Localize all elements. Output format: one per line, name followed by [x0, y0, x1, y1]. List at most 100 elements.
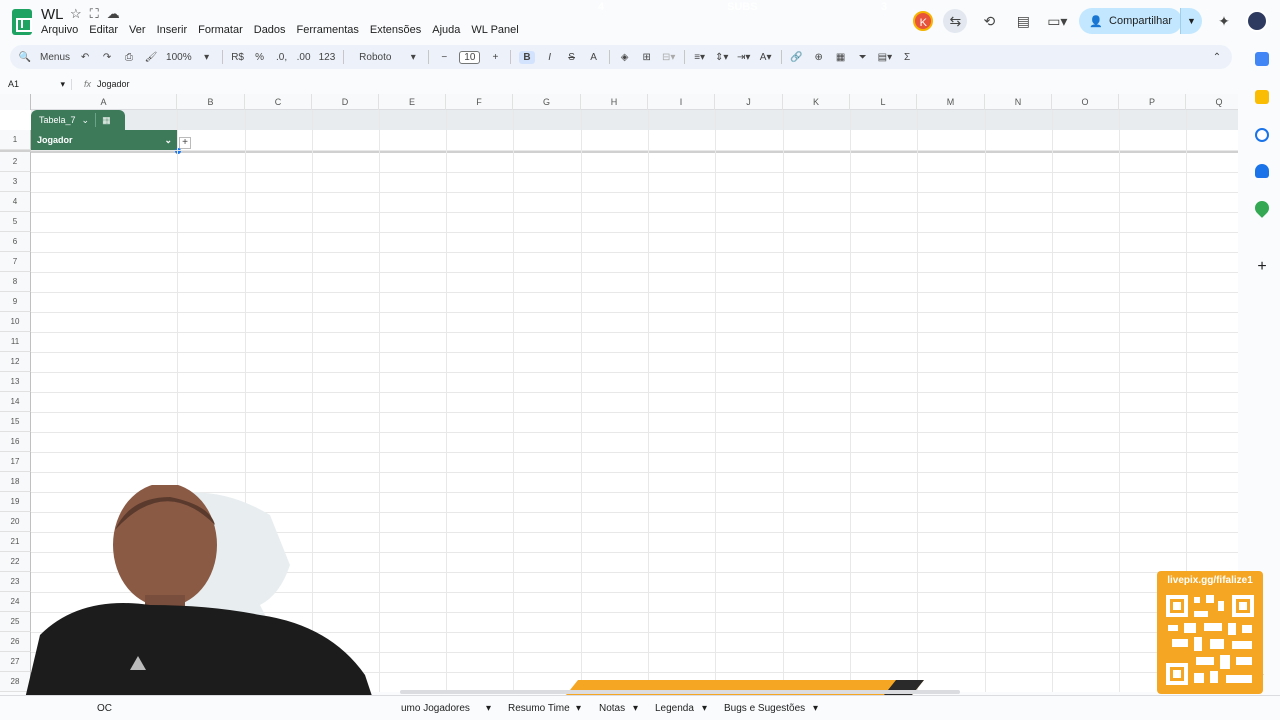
row-header[interactable]: 7 [0, 252, 31, 272]
table-view-icon[interactable]: ▤▾ [878, 52, 892, 63]
history-icon[interactable]: ⟲ [977, 9, 1001, 33]
row-header[interactable]: 4 [0, 192, 31, 212]
add-addon-icon[interactable]: + [1255, 259, 1269, 275]
collaborator-avatar[interactable]: K [913, 11, 934, 31]
move-icon[interactable]: ⛶ [90, 6, 99, 22]
collapse-toolbar-icon[interactable]: ⌃ [1210, 52, 1224, 63]
borders-icon[interactable]: ⊞ [640, 52, 654, 63]
insert-comment-icon[interactable]: ⊕ [812, 52, 826, 63]
zoom-select[interactable]: 100% [166, 52, 192, 63]
link-icon[interactable]: 🔗 [790, 52, 804, 63]
table-header-jogador[interactable]: Jogador ⌄ [31, 130, 178, 150]
select-all-corner[interactable] [0, 94, 31, 110]
table-name-tab[interactable]: Tabela_7 ⌄ ▦ [31, 110, 125, 130]
bold-button[interactable]: B [519, 50, 535, 64]
share-button[interactable]: 👤 Compartilhar [1079, 8, 1182, 34]
maps-icon[interactable] [1252, 198, 1272, 218]
row-header[interactable]: 2 [0, 152, 31, 172]
menu-ver[interactable]: Ver [129, 24, 146, 36]
text-rotation-icon[interactable]: A▾ [759, 52, 773, 63]
contacts-icon[interactable] [1255, 164, 1269, 178]
row-header[interactable]: 8 [0, 272, 31, 292]
comment-icon[interactable]: ▤ [1011, 9, 1035, 33]
decrease-decimal-button[interactable]: .0, [275, 52, 289, 63]
menus-search[interactable]: Menus [40, 52, 70, 63]
name-box[interactable]: A1 ▾ [0, 78, 72, 90]
column-header[interactable]: H [581, 94, 648, 110]
sheet-tab-resumo-time[interactable]: Resumo Time [508, 703, 570, 714]
filter-icon[interactable]: ⏷ [856, 52, 870, 63]
sheet-tab-chevron-icon[interactable]: ▾ [702, 703, 707, 714]
column-header[interactable]: M [917, 94, 985, 110]
row-header[interactable]: 9 [0, 292, 31, 312]
column-header[interactable]: J [715, 94, 783, 110]
row-header[interactable]: 6 [0, 232, 31, 252]
column-header[interactable]: I [648, 94, 715, 110]
column-header[interactable]: F [446, 94, 513, 110]
row-header[interactable]: 3 [0, 172, 31, 192]
sheet-tab-chevron-icon[interactable]: ▾ [576, 703, 581, 714]
sheet-tab-chevron-icon[interactable]: ▾ [813, 703, 818, 714]
table-settings-icon[interactable]: ▦ [102, 115, 111, 126]
document-title[interactable]: WL [41, 6, 64, 23]
search-icon[interactable]: 🔍 [18, 52, 32, 63]
share-dropdown-button[interactable]: ▼ [1180, 8, 1202, 34]
star-icon[interactable]: ☆ [70, 6, 82, 22]
column-header[interactable]: N [985, 94, 1052, 110]
cloud-icon[interactable]: ☁ [107, 6, 120, 22]
row-header[interactable]: 10 [0, 312, 31, 332]
font-size-input[interactable]: 10 [459, 50, 481, 64]
row-header[interactable]: 14 [0, 392, 31, 412]
column-menu-chevron-icon[interactable]: ⌄ [164, 135, 172, 146]
name-box-chevron-icon[interactable]: ▾ [60, 79, 71, 90]
undo-icon[interactable]: ↶ [78, 52, 92, 63]
sheet-tab-legenda[interactable]: Legenda [655, 703, 694, 714]
add-column-button[interactable]: + [179, 137, 191, 149]
sheet-tab-partial[interactable]: OC [97, 703, 112, 714]
increase-decimal-button[interactable]: .00 [297, 52, 311, 63]
sheets-logo-icon[interactable] [12, 9, 32, 35]
meet-icon[interactable]: ▭▾ [1045, 9, 1069, 33]
row-header[interactable]: 16 [0, 432, 31, 452]
menu-arquivo[interactable]: Arquivo [41, 24, 78, 36]
menu-inserir[interactable]: Inserir [157, 24, 188, 36]
horizontal-scrollbar[interactable] [400, 690, 960, 694]
font-size-decrease-icon[interactable]: − [437, 52, 451, 63]
font-size-increase-icon[interactable]: + [488, 52, 502, 63]
strikethrough-button[interactable]: S [565, 52, 579, 63]
menu-formatar[interactable]: Formatar [198, 24, 243, 36]
menu-extensoes[interactable]: Extensões [370, 24, 421, 36]
zoom-chevron-icon[interactable]: ▾ [200, 52, 214, 63]
menu-ajuda[interactable]: Ajuda [432, 24, 460, 36]
gemini-icon[interactable]: ✦ [1212, 9, 1236, 33]
menu-editar[interactable]: Editar [89, 24, 118, 36]
row-header[interactable]: 1 [0, 130, 31, 150]
user-avatar[interactable] [1246, 10, 1268, 32]
sheet-tab-resumo-jogadores[interactable]: umo Jogadores [401, 703, 470, 714]
sheet-tab-chevron-icon[interactable]: ▾ [633, 703, 638, 714]
column-header[interactable]: B [177, 94, 245, 110]
column-header[interactable]: P [1119, 94, 1186, 110]
row-header[interactable]: 13 [0, 372, 31, 392]
font-chevron-icon[interactable]: ▾ [406, 52, 420, 63]
column-header[interactable]: K [783, 94, 850, 110]
italic-button[interactable]: I [543, 52, 557, 63]
sheet-tab-notas[interactable]: Notas [599, 703, 625, 714]
fill-color-icon[interactable]: ◈ [618, 52, 632, 63]
column-header[interactable]: O [1052, 94, 1119, 110]
redo-icon[interactable]: ↷ [100, 52, 114, 63]
column-header[interactable]: Q [1186, 94, 1238, 110]
present-icon[interactable]: ⇆ [943, 9, 968, 33]
percent-button[interactable]: % [253, 52, 267, 63]
sheet-tab-chevron-icon[interactable]: ▾ [486, 703, 491, 714]
keep-icon[interactable] [1255, 90, 1269, 104]
insert-chart-icon[interactable]: ▦ [834, 52, 848, 63]
column-header[interactable]: G [513, 94, 581, 110]
functions-button[interactable]: Σ [900, 52, 914, 63]
calendar-icon[interactable] [1255, 52, 1269, 66]
selection-handle[interactable] [175, 148, 181, 154]
text-wrap-icon[interactable]: ⇥▾ [737, 52, 751, 63]
align-vertical-icon[interactable]: ⇕▾ [715, 52, 729, 63]
table-chevron-icon[interactable]: ⌄ [82, 115, 90, 126]
text-color-button[interactable]: A [587, 52, 601, 63]
